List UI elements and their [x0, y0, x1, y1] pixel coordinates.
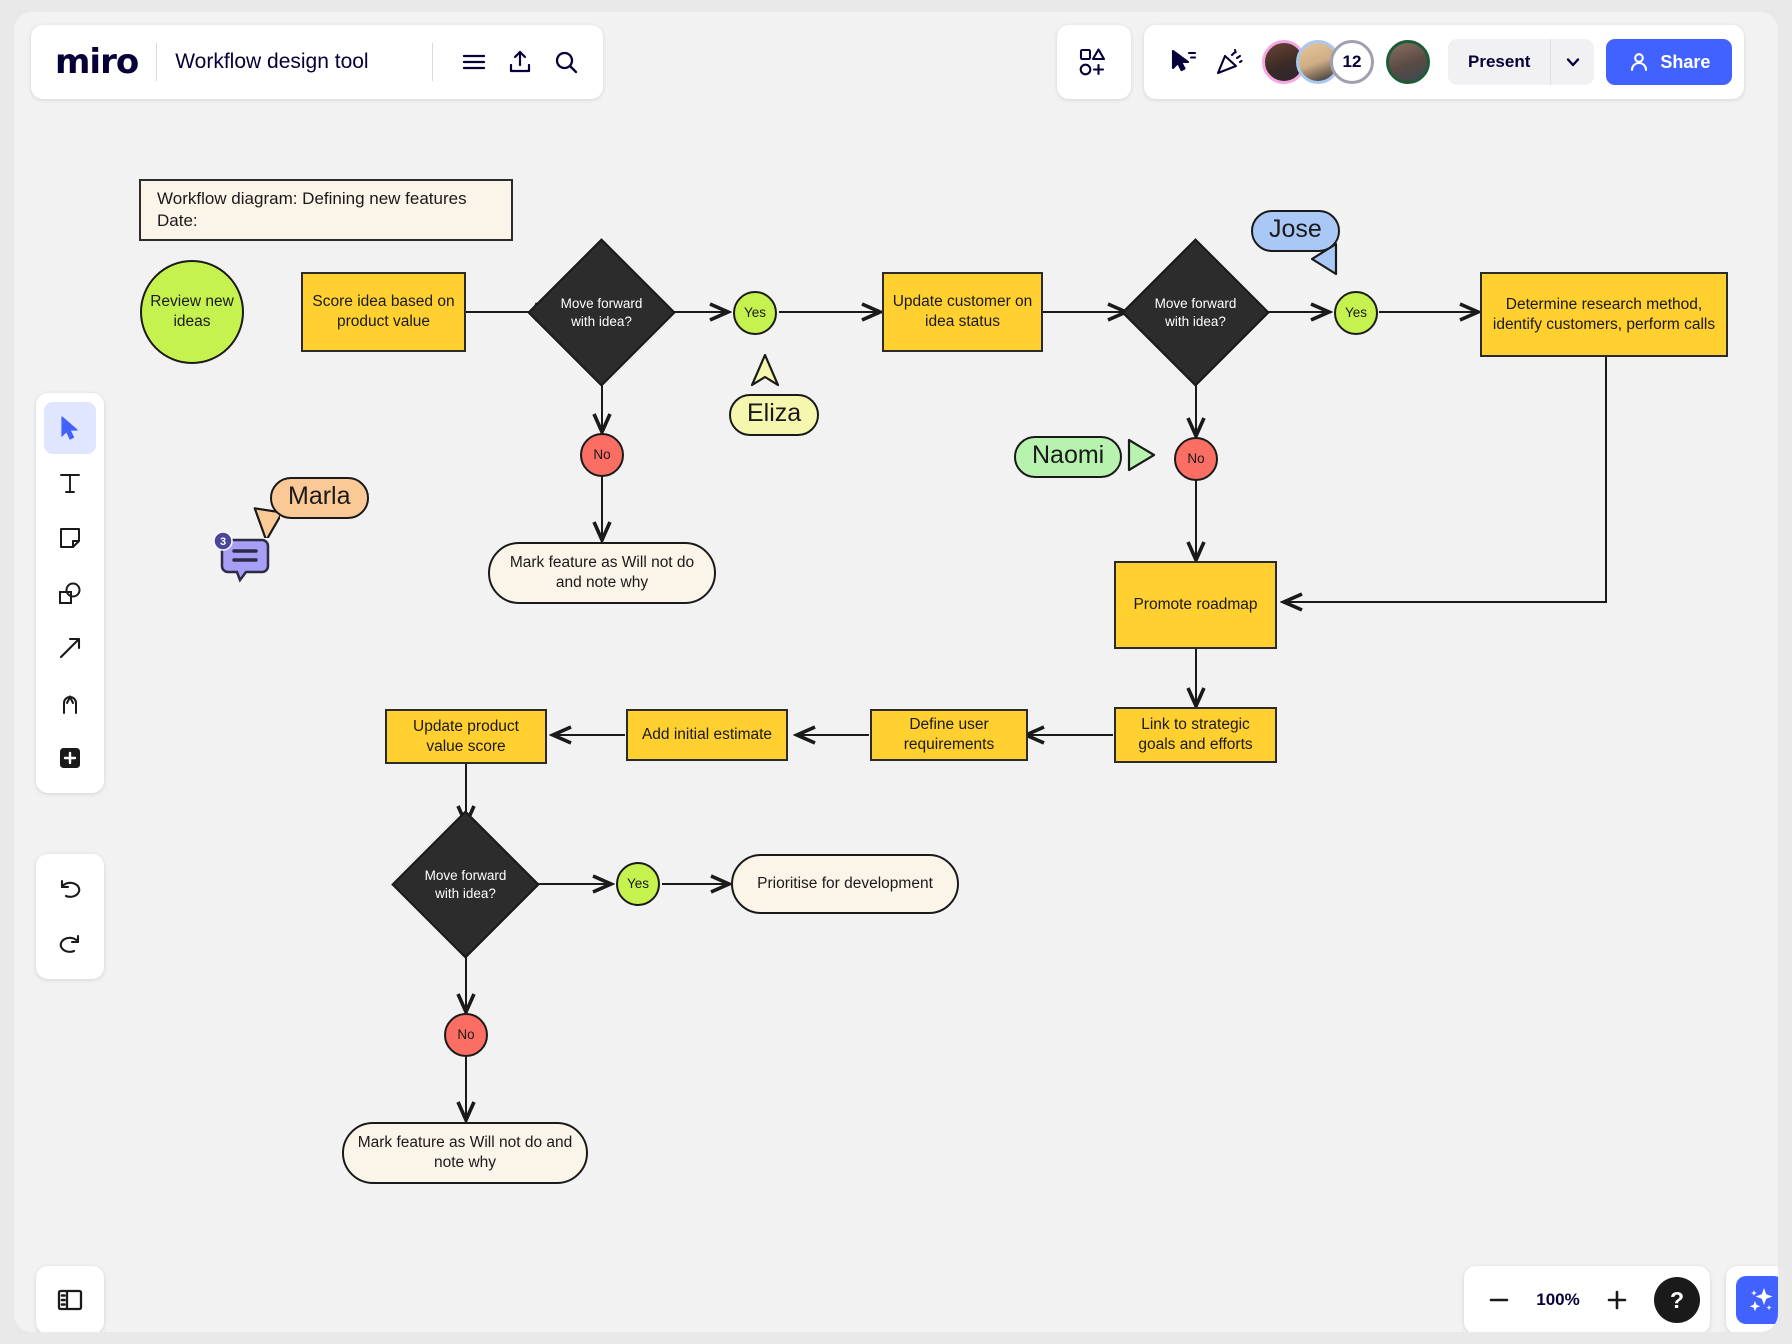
board-canvas[interactable]: Workflow diagram: Defining new features … — [14, 12, 1778, 1332]
node-label: Update product value score — [387, 717, 545, 757]
node-label: Update customer on idea status — [884, 292, 1041, 332]
avatar-overflow-count[interactable]: 12 — [1330, 40, 1374, 84]
node-decision-move-forward-1[interactable]: Move forward with idea? — [549, 260, 654, 365]
node-label: Determine research method, identify cust… — [1482, 295, 1726, 335]
node-label: Prioritise for development — [749, 874, 941, 894]
node-add-initial-estimate[interactable]: Add initial estimate — [626, 709, 788, 761]
text-icon[interactable] — [44, 457, 96, 509]
celebrate-confetti-icon[interactable] — [1206, 39, 1252, 85]
node-mark-will-not-do-1[interactable]: Mark feature as Will not do and note why — [488, 542, 716, 604]
upload-icon[interactable] — [497, 39, 543, 85]
title-card-line2: Date: — [157, 210, 467, 232]
node-review-new-ideas[interactable]: Review new ideas — [140, 260, 244, 364]
board-title-card[interactable]: Workflow diagram: Defining new features … — [139, 179, 513, 241]
shapes-and-more-button[interactable] — [1057, 25, 1131, 99]
node-update-product-value-score[interactable]: Update product value score — [385, 709, 547, 764]
miro-app-window: Workflow diagram: Defining new features … — [14, 12, 1778, 1332]
cursor-share-icon[interactable] — [1160, 39, 1206, 85]
node-prioritise-for-development[interactable]: Prioritise for development — [731, 854, 959, 914]
search-icon[interactable] — [543, 39, 589, 85]
node-no-1[interactable]: No — [580, 433, 624, 477]
cursor-name: Eliza — [747, 399, 801, 428]
ai-sparkles-icon — [1736, 1276, 1778, 1324]
redo-icon[interactable] — [44, 918, 96, 970]
shapes-icon[interactable] — [44, 567, 96, 619]
cursor-pointer-eliza — [749, 352, 781, 388]
zoom-in-button[interactable] — [1592, 1275, 1642, 1325]
node-label: Move forward with idea? — [413, 867, 518, 902]
node-no-3[interactable]: No — [444, 1013, 488, 1057]
node-update-customer[interactable]: Update customer on idea status — [882, 272, 1043, 352]
node-label: Score idea based on product value — [303, 292, 464, 332]
left-toolbar — [36, 393, 104, 793]
node-yes-3[interactable]: Yes — [616, 862, 660, 906]
chevron-down-icon[interactable] — [1550, 39, 1594, 85]
collaboration-bar: 12 Present Share — [1144, 25, 1744, 99]
node-label: Mark feature as Will not do and note why — [344, 1133, 586, 1173]
zoom-controls: 100% ? — [1464, 1266, 1710, 1332]
board-title[interactable]: Workflow design tool — [175, 50, 368, 74]
history-toolbar — [36, 854, 104, 979]
board-header-bar: miro Workflow design tool — [31, 25, 603, 99]
cursor-label-marla: Marla — [270, 477, 369, 519]
cursor-label-eliza: Eliza — [729, 394, 819, 436]
node-label: No — [593, 446, 610, 463]
node-promote-roadmap[interactable]: Promote roadmap — [1114, 561, 1277, 649]
present-group: Present — [1448, 39, 1594, 85]
node-yes-1[interactable]: Yes — [733, 291, 777, 335]
cursor-pointer-naomi — [1124, 436, 1158, 474]
avatar[interactable] — [1386, 40, 1430, 84]
cursor-pointer-jose — [1308, 240, 1342, 278]
more-apps-icon[interactable] — [44, 732, 96, 784]
node-label: Yes — [1345, 304, 1367, 321]
node-score-idea[interactable]: Score idea based on product value — [301, 272, 466, 352]
miro-logo[interactable]: miro — [55, 42, 138, 82]
node-label: Add initial estimate — [634, 725, 780, 745]
node-label: Move forward with idea? — [1143, 295, 1248, 330]
share-label: Share — [1660, 52, 1710, 73]
zoom-level-label[interactable]: 100% — [1530, 1290, 1586, 1310]
cursor-name: Marla — [288, 482, 351, 511]
present-button[interactable]: Present — [1448, 52, 1550, 72]
divider — [432, 43, 433, 81]
node-label: Review new ideas — [142, 292, 242, 332]
node-label: Move forward with idea? — [549, 295, 654, 330]
node-label: No — [457, 1026, 474, 1043]
node-label: Yes — [627, 875, 649, 892]
node-no-2[interactable]: No — [1174, 437, 1218, 481]
node-label: Define user requirements — [872, 715, 1026, 755]
cursor-select-icon[interactable] — [44, 402, 96, 454]
undo-icon[interactable] — [44, 863, 96, 915]
node-decision-move-forward-2[interactable]: Move forward with idea? — [1143, 260, 1248, 365]
hamburger-menu-icon[interactable] — [451, 39, 497, 85]
node-define-user-requirements[interactable]: Define user requirements — [870, 709, 1028, 761]
node-yes-2[interactable]: Yes — [1334, 291, 1378, 335]
pen-icon[interactable] — [44, 677, 96, 729]
help-button[interactable]: ? — [1654, 1277, 1700, 1323]
node-link-strategic-goals[interactable]: Link to strategic goals and efforts — [1114, 707, 1277, 763]
share-button[interactable]: Share — [1606, 39, 1732, 85]
node-mark-will-not-do-2[interactable]: Mark feature as Will not do and note why — [342, 1122, 588, 1184]
node-decision-move-forward-3[interactable]: Move forward with idea? — [413, 832, 518, 937]
avatar-stack[interactable]: 12 — [1262, 40, 1430, 84]
sticky-note-icon[interactable] — [44, 512, 96, 564]
node-label: Link to strategic goals and efforts — [1116, 715, 1275, 755]
connector-arrow-icon[interactable] — [44, 622, 96, 674]
node-label: Yes — [744, 304, 766, 321]
node-label: Mark feature as Will not do and note why — [490, 553, 714, 593]
node-label: No — [1187, 450, 1204, 467]
overflow-count-label: 12 — [1343, 52, 1362, 72]
cursor-name: Naomi — [1032, 441, 1104, 470]
zoom-out-button[interactable] — [1474, 1275, 1524, 1325]
node-determine-research[interactable]: Determine research method, identify cust… — [1480, 272, 1728, 357]
cursor-label-naomi: Naomi — [1014, 436, 1122, 478]
ai-assistant-button[interactable] — [1726, 1266, 1778, 1332]
comment-count: 3 — [220, 536, 226, 548]
node-label: Promote roadmap — [1125, 595, 1265, 615]
divider — [156, 43, 157, 81]
toggle-panel-button[interactable] — [36, 1266, 104, 1332]
title-card-line1: Workflow diagram: Defining new features — [157, 188, 467, 210]
